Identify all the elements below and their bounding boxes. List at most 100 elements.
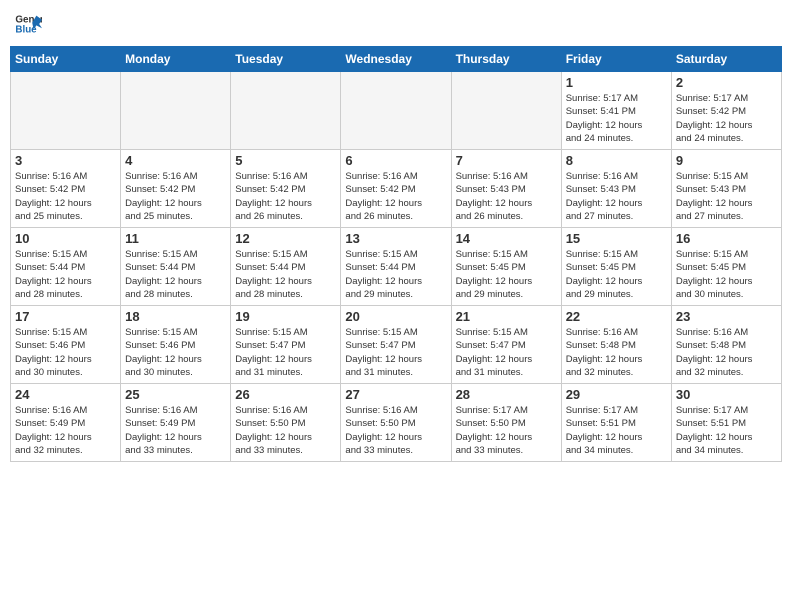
page-header: General Blue [10, 10, 782, 38]
calendar-cell [231, 72, 341, 150]
calendar-cell: 30 Sunrise: 5:17 AM Sunset: 5:51 PM Dayli… [671, 384, 781, 462]
day-number: 13 [345, 231, 446, 246]
calendar-cell: 26 Sunrise: 5:16 AM Sunset: 5:50 PM Dayli… [231, 384, 341, 462]
calendar-cell: 18 Sunrise: 5:15 AM Sunset: 5:46 PM Dayli… [121, 306, 231, 384]
day-info: Sunrise: 5:17 AM Sunset: 5:50 PM Dayligh… [456, 404, 557, 457]
calendar-cell: 29 Sunrise: 5:17 AM Sunset: 5:51 PM Dayli… [561, 384, 671, 462]
calendar-cell: 9 Sunrise: 5:15 AM Sunset: 5:43 PM Daylig… [671, 150, 781, 228]
weekday-header-friday: Friday [561, 47, 671, 72]
day-number: 3 [15, 153, 116, 168]
calendar-cell: 6 Sunrise: 5:16 AM Sunset: 5:42 PM Daylig… [341, 150, 451, 228]
day-number: 8 [566, 153, 667, 168]
day-number: 15 [566, 231, 667, 246]
day-number: 2 [676, 75, 777, 90]
weekday-header-saturday: Saturday [671, 47, 781, 72]
calendar-cell: 19 Sunrise: 5:15 AM Sunset: 5:47 PM Dayli… [231, 306, 341, 384]
day-number: 9 [676, 153, 777, 168]
day-info: Sunrise: 5:15 AM Sunset: 5:46 PM Dayligh… [125, 326, 226, 379]
day-number: 27 [345, 387, 446, 402]
calendar-week-2: 3 Sunrise: 5:16 AM Sunset: 5:42 PM Daylig… [11, 150, 782, 228]
calendar-cell: 7 Sunrise: 5:16 AM Sunset: 5:43 PM Daylig… [451, 150, 561, 228]
day-number: 16 [676, 231, 777, 246]
day-info: Sunrise: 5:15 AM Sunset: 5:47 PM Dayligh… [345, 326, 446, 379]
calendar-cell: 11 Sunrise: 5:15 AM Sunset: 5:44 PM Dayli… [121, 228, 231, 306]
day-info: Sunrise: 5:16 AM Sunset: 5:42 PM Dayligh… [15, 170, 116, 223]
calendar-cell [121, 72, 231, 150]
day-number: 24 [15, 387, 116, 402]
calendar-cell: 25 Sunrise: 5:16 AM Sunset: 5:49 PM Dayli… [121, 384, 231, 462]
calendar-week-1: 1 Sunrise: 5:17 AM Sunset: 5:41 PM Daylig… [11, 72, 782, 150]
weekday-header-row: SundayMondayTuesdayWednesdayThursdayFrid… [11, 47, 782, 72]
day-number: 29 [566, 387, 667, 402]
calendar-cell: 1 Sunrise: 5:17 AM Sunset: 5:41 PM Daylig… [561, 72, 671, 150]
calendar-cell: 27 Sunrise: 5:16 AM Sunset: 5:50 PM Dayli… [341, 384, 451, 462]
calendar-table: SundayMondayTuesdayWednesdayThursdayFrid… [10, 46, 782, 462]
day-info: Sunrise: 5:16 AM Sunset: 5:42 PM Dayligh… [235, 170, 336, 223]
day-info: Sunrise: 5:15 AM Sunset: 5:45 PM Dayligh… [676, 248, 777, 301]
weekday-header-wednesday: Wednesday [341, 47, 451, 72]
calendar-cell: 2 Sunrise: 5:17 AM Sunset: 5:42 PM Daylig… [671, 72, 781, 150]
day-info: Sunrise: 5:15 AM Sunset: 5:46 PM Dayligh… [15, 326, 116, 379]
calendar-cell: 15 Sunrise: 5:15 AM Sunset: 5:45 PM Dayli… [561, 228, 671, 306]
day-info: Sunrise: 5:16 AM Sunset: 5:49 PM Dayligh… [125, 404, 226, 457]
day-number: 25 [125, 387, 226, 402]
day-number: 19 [235, 309, 336, 324]
day-number: 18 [125, 309, 226, 324]
day-info: Sunrise: 5:15 AM Sunset: 5:44 PM Dayligh… [125, 248, 226, 301]
calendar-cell: 4Sunrise: 5:16 AM Sunset: 5:42 PM Daylig… [121, 150, 231, 228]
logo: General Blue [14, 10, 42, 38]
day-info: Sunrise: 5:15 AM Sunset: 5:44 PM Dayligh… [235, 248, 336, 301]
day-number: 23 [676, 309, 777, 324]
calendar-cell [11, 72, 121, 150]
day-number: 1 [566, 75, 667, 90]
day-number: 14 [456, 231, 557, 246]
calendar-week-4: 17Sunrise: 5:15 AM Sunset: 5:46 PM Dayli… [11, 306, 782, 384]
calendar-cell: 12 Sunrise: 5:15 AM Sunset: 5:44 PM Dayli… [231, 228, 341, 306]
day-info: Sunrise: 5:15 AM Sunset: 5:44 PM Dayligh… [15, 248, 116, 301]
calendar-cell: 17Sunrise: 5:15 AM Sunset: 5:46 PM Dayli… [11, 306, 121, 384]
calendar-cell: 23 Sunrise: 5:16 AM Sunset: 5:48 PM Dayli… [671, 306, 781, 384]
day-info: Sunrise: 5:16 AM Sunset: 5:42 PM Dayligh… [125, 170, 226, 223]
calendar-cell [341, 72, 451, 150]
day-number: 21 [456, 309, 557, 324]
calendar-cell: 21Sunrise: 5:15 AM Sunset: 5:47 PM Dayli… [451, 306, 561, 384]
day-info: Sunrise: 5:15 AM Sunset: 5:45 PM Dayligh… [456, 248, 557, 301]
day-info: Sunrise: 5:15 AM Sunset: 5:43 PM Dayligh… [676, 170, 777, 223]
day-number: 6 [345, 153, 446, 168]
calendar-cell: 13 Sunrise: 5:15 AM Sunset: 5:44 PM Dayli… [341, 228, 451, 306]
calendar-week-5: 24 Sunrise: 5:16 AM Sunset: 5:49 PM Dayli… [11, 384, 782, 462]
day-info: Sunrise: 5:17 AM Sunset: 5:51 PM Dayligh… [676, 404, 777, 457]
day-number: 11 [125, 231, 226, 246]
weekday-header-monday: Monday [121, 47, 231, 72]
day-info: Sunrise: 5:16 AM Sunset: 5:50 PM Dayligh… [345, 404, 446, 457]
calendar-cell: 8Sunrise: 5:16 AM Sunset: 5:43 PM Daylig… [561, 150, 671, 228]
day-number: 12 [235, 231, 336, 246]
day-info: Sunrise: 5:17 AM Sunset: 5:42 PM Dayligh… [676, 92, 777, 145]
day-number: 10 [15, 231, 116, 246]
day-info: Sunrise: 5:16 AM Sunset: 5:42 PM Dayligh… [345, 170, 446, 223]
day-info: Sunrise: 5:16 AM Sunset: 5:50 PM Dayligh… [235, 404, 336, 457]
calendar-cell: 5 Sunrise: 5:16 AM Sunset: 5:42 PM Daylig… [231, 150, 341, 228]
day-number: 22 [566, 309, 667, 324]
calendar-cell: 3 Sunrise: 5:16 AM Sunset: 5:42 PM Daylig… [11, 150, 121, 228]
calendar-cell: 22 Sunrise: 5:16 AM Sunset: 5:48 PM Dayli… [561, 306, 671, 384]
day-info: Sunrise: 5:16 AM Sunset: 5:49 PM Dayligh… [15, 404, 116, 457]
day-number: 28 [456, 387, 557, 402]
calendar-cell: 14 Sunrise: 5:15 AM Sunset: 5:45 PM Dayli… [451, 228, 561, 306]
day-info: Sunrise: 5:16 AM Sunset: 5:48 PM Dayligh… [566, 326, 667, 379]
day-info: Sunrise: 5:17 AM Sunset: 5:41 PM Dayligh… [566, 92, 667, 145]
day-number: 5 [235, 153, 336, 168]
day-number: 7 [456, 153, 557, 168]
day-number: 30 [676, 387, 777, 402]
calendar-cell: 10 Sunrise: 5:15 AM Sunset: 5:44 PM Dayli… [11, 228, 121, 306]
day-number: 26 [235, 387, 336, 402]
day-info: Sunrise: 5:15 AM Sunset: 5:47 PM Dayligh… [235, 326, 336, 379]
calendar-week-3: 10 Sunrise: 5:15 AM Sunset: 5:44 PM Dayli… [11, 228, 782, 306]
day-info: Sunrise: 5:15 AM Sunset: 5:44 PM Dayligh… [345, 248, 446, 301]
calendar-cell: 20Sunrise: 5:15 AM Sunset: 5:47 PM Dayli… [341, 306, 451, 384]
day-info: Sunrise: 5:17 AM Sunset: 5:51 PM Dayligh… [566, 404, 667, 457]
day-info: Sunrise: 5:15 AM Sunset: 5:45 PM Dayligh… [566, 248, 667, 301]
day-info: Sunrise: 5:16 AM Sunset: 5:43 PM Dayligh… [456, 170, 557, 223]
calendar-cell: 28 Sunrise: 5:17 AM Sunset: 5:50 PM Dayli… [451, 384, 561, 462]
day-info: Sunrise: 5:16 AM Sunset: 5:48 PM Dayligh… [676, 326, 777, 379]
